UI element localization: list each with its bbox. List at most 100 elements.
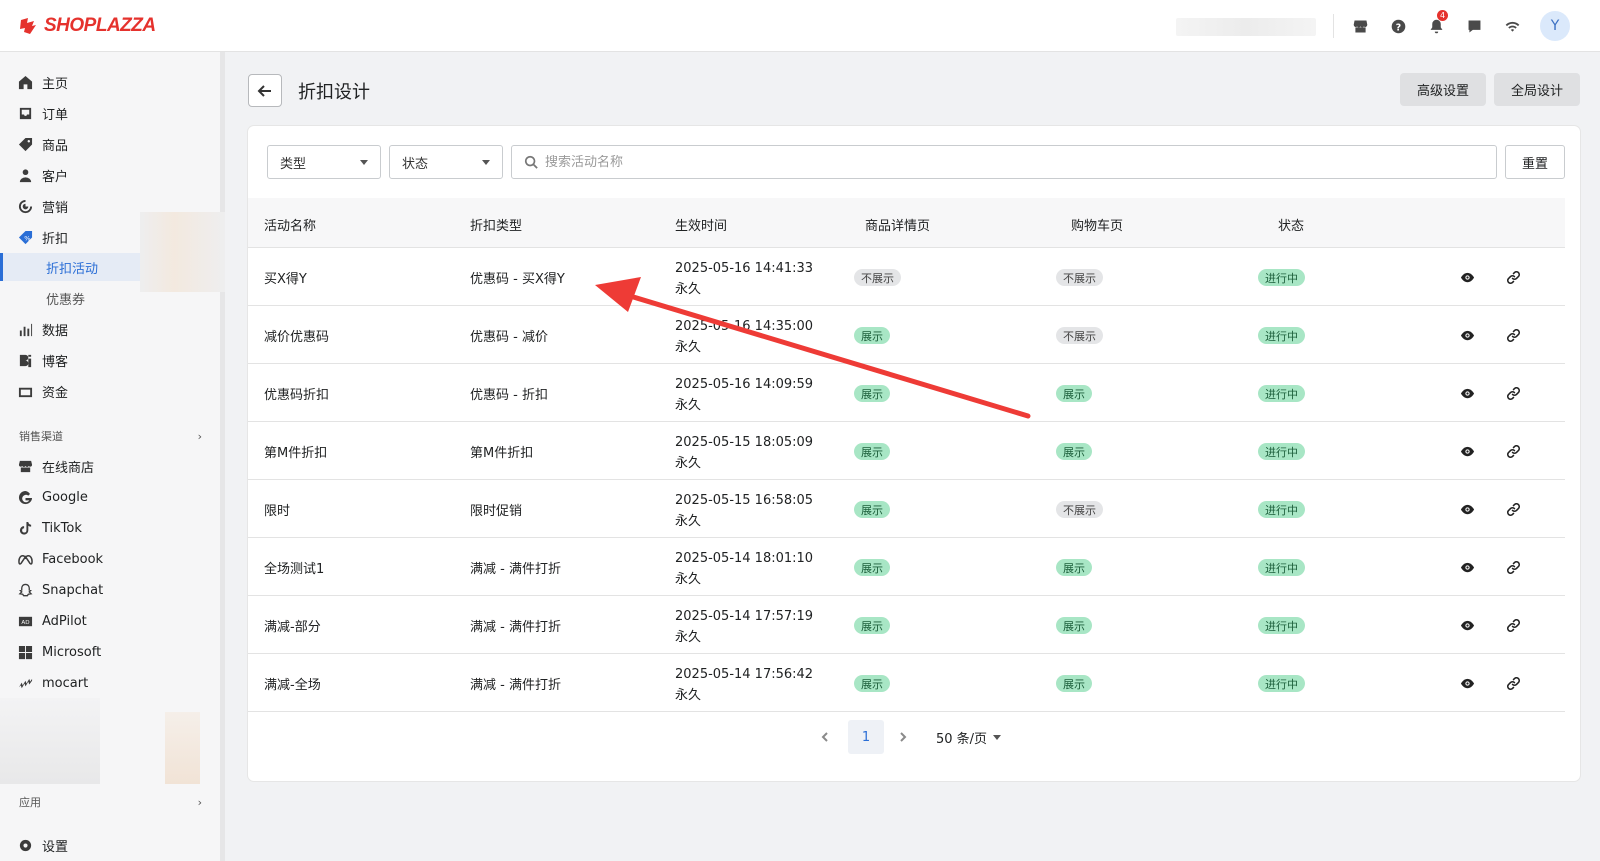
effective-time: 2025-05-14 17:57:19 永久 (675, 606, 813, 648)
preview-eye-icon[interactable] (1458, 616, 1476, 634)
reset-button[interactable]: 重置 (1505, 145, 1565, 179)
sidebar-item-microsoft[interactable]: Microsoft (0, 638, 220, 666)
back-button[interactable] (248, 74, 282, 107)
page-number-current[interactable]: 1 (848, 720, 884, 754)
end-time: 永久 (675, 282, 702, 297)
activity-name[interactable]: 第M件折扣 (264, 442, 327, 461)
avatar[interactable]: Y (1540, 11, 1570, 41)
sidebar-item-products[interactable]: 商品 (0, 130, 220, 158)
sales-channels-header[interactable]: 销售渠道 › (0, 424, 220, 448)
discount-type: 满减 - 满件打折 (470, 562, 561, 577)
help-icon[interactable]: ? (1386, 14, 1410, 38)
wallet-icon (18, 384, 33, 399)
end-time: 永久 (675, 456, 702, 471)
person-icon (18, 168, 33, 183)
sidebar-item-finance[interactable]: 资金 (0, 377, 220, 405)
cart-page-badge: 不展示 (1056, 501, 1103, 518)
sidebar-item-tiktok[interactable]: TikTok (0, 514, 220, 542)
activity-name[interactable]: 满减-部分 (264, 616, 321, 635)
preview-eye-icon[interactable] (1458, 674, 1476, 692)
sidebar-item-analytics[interactable]: 数据 (0, 315, 220, 343)
sidebar-item-discount-activities[interactable]: 折扣活动 (0, 253, 140, 281)
page-size-select[interactable]: 50 条/页 (936, 728, 1002, 747)
effective-time: 2025-05-16 14:41:33 永久 (675, 258, 813, 300)
svg-text:%: % (24, 234, 30, 242)
copy-link-icon[interactable] (1504, 558, 1522, 576)
sidebar-item-customers[interactable]: 客户 (0, 161, 220, 189)
blurred-area (165, 712, 200, 784)
end-time: 永久 (675, 398, 702, 413)
table-row[interactable]: 买X得Y 优惠码 - 买X得Y 2025-05-16 14:41:33 永久 不展示 不展… (248, 248, 1565, 306)
next-page-button[interactable] (894, 728, 912, 746)
sidebar-item-home[interactable]: 主页 (0, 68, 220, 96)
sidebar-item-snapchat[interactable]: Snapchat (0, 576, 220, 604)
sidebar-item-online-store[interactable]: 在线商店 (0, 452, 220, 480)
table-row[interactable]: 满减-部分 满减 - 满件打折 2025-05-14 17:57:19 永久 展示 展示 进… (248, 596, 1565, 654)
discount-list-card: 类型 状态 重置 活动名称 折扣类型 生效时间 商品详情页 购物车页 状态 买X… (248, 126, 1580, 781)
table-row[interactable]: 第M件折扣 第M件折扣 2025-05-15 18:05:09 永久 展示 展示 进行中 (248, 422, 1565, 480)
preview-eye-icon[interactable] (1458, 558, 1476, 576)
table-row[interactable]: 满减-全场 满减 - 满件打折 2025-05-14 17:56:42 永久 展示 展示 进… (248, 654, 1565, 712)
message-icon[interactable] (1462, 14, 1486, 38)
copy-link-icon[interactable] (1504, 384, 1522, 402)
activity-name[interactable]: 买X得Y (264, 268, 307, 287)
activity-name[interactable]: 满减-全场 (264, 674, 321, 693)
table-row[interactable]: 优惠码折扣 优惠码 - 折扣 2025-05-16 14:09:59 永久 展示 展示 进行… (248, 364, 1565, 422)
discount-type: 第M件折扣 (470, 446, 534, 461)
copy-link-icon[interactable] (1504, 268, 1522, 286)
table-row[interactable]: 全场测试1 满减 - 满件打折 2025-05-14 18:01:10 永久 展示 展示 进… (248, 538, 1565, 596)
store-icon[interactable] (1348, 14, 1372, 38)
apps-header[interactable]: 应用 › (0, 790, 220, 814)
end-time: 永久 (675, 572, 702, 587)
divider (1333, 14, 1334, 38)
preview-eye-icon[interactable] (1458, 500, 1476, 518)
start-time: 2025-05-16 14:35:00 (675, 319, 814, 334)
blog-icon (18, 353, 33, 368)
effective-time: 2025-05-16 14:35:00 永久 (675, 316, 813, 358)
preview-eye-icon[interactable] (1458, 326, 1476, 344)
column-header-type: 折扣类型 (470, 219, 523, 234)
status-badge: 进行中 (1258, 617, 1305, 634)
type-filter-select[interactable]: 类型 (267, 145, 381, 179)
copy-link-icon[interactable] (1504, 500, 1522, 518)
sidebar-item-blog[interactable]: 博客 (0, 346, 220, 374)
column-header-product-page: 商品详情页 (865, 219, 931, 234)
table-row[interactable]: 限时 限时促销 2025-05-15 16:58:05 永久 展示 不展示 进行中 (248, 480, 1565, 538)
effective-time: 2025-05-14 17:56:42 永久 (675, 664, 813, 706)
discount-type: 满减 - 满件打折 (470, 620, 561, 635)
wifi-icon[interactable] (1500, 14, 1524, 38)
copy-link-icon[interactable] (1504, 442, 1522, 460)
activity-name[interactable]: 优惠码折扣 (264, 384, 329, 403)
activity-name[interactable]: 限时 (264, 500, 290, 519)
sidebar-item-settings[interactable]: 设置 (0, 831, 220, 859)
activity-name[interactable]: 减价优惠码 (264, 326, 329, 345)
search-box[interactable] (511, 145, 1497, 179)
copy-link-icon[interactable] (1504, 326, 1522, 344)
sidebar-item-mocart[interactable]: mocart (0, 669, 220, 697)
search-input[interactable] (545, 154, 1496, 170)
advanced-settings-button[interactable]: 高级设置 (1400, 73, 1486, 106)
bell-icon[interactable]: 4 (1424, 10, 1448, 38)
global-design-button[interactable]: 全局设计 (1494, 73, 1580, 106)
sidebar-item-coupons[interactable]: 优惠券 (0, 284, 140, 312)
home-icon (18, 75, 33, 90)
shoplazza-logo[interactable]: SHOPLAZZA (18, 15, 156, 37)
preview-eye-icon[interactable] (1458, 268, 1476, 286)
chevron-right-icon: › (197, 795, 202, 809)
activity-name[interactable]: 全场测试1 (264, 558, 324, 577)
column-header-cart-page: 购物车页 (1071, 219, 1124, 234)
table-row[interactable]: 减价优惠码 优惠码 - 减价 2025-05-16 14:35:00 永久 展示 不展示 进… (248, 306, 1565, 364)
mocart-icon (18, 676, 33, 691)
product-page-badge: 展示 (854, 443, 890, 460)
copy-link-icon[interactable] (1504, 674, 1522, 692)
copy-link-icon[interactable] (1504, 616, 1522, 634)
logo-mark-icon (20, 17, 36, 34)
preview-eye-icon[interactable] (1458, 442, 1476, 460)
status-filter-select[interactable]: 状态 (389, 145, 503, 179)
sidebar-item-google[interactable]: Google (0, 483, 220, 511)
sidebar-item-orders[interactable]: 订单 (0, 99, 220, 127)
prev-page-button[interactable] (816, 728, 834, 746)
sidebar-item-facebook[interactable]: Facebook (0, 545, 220, 573)
preview-eye-icon[interactable] (1458, 384, 1476, 402)
sidebar-item-adpilot[interactable]: AD AdPilot (0, 607, 220, 635)
